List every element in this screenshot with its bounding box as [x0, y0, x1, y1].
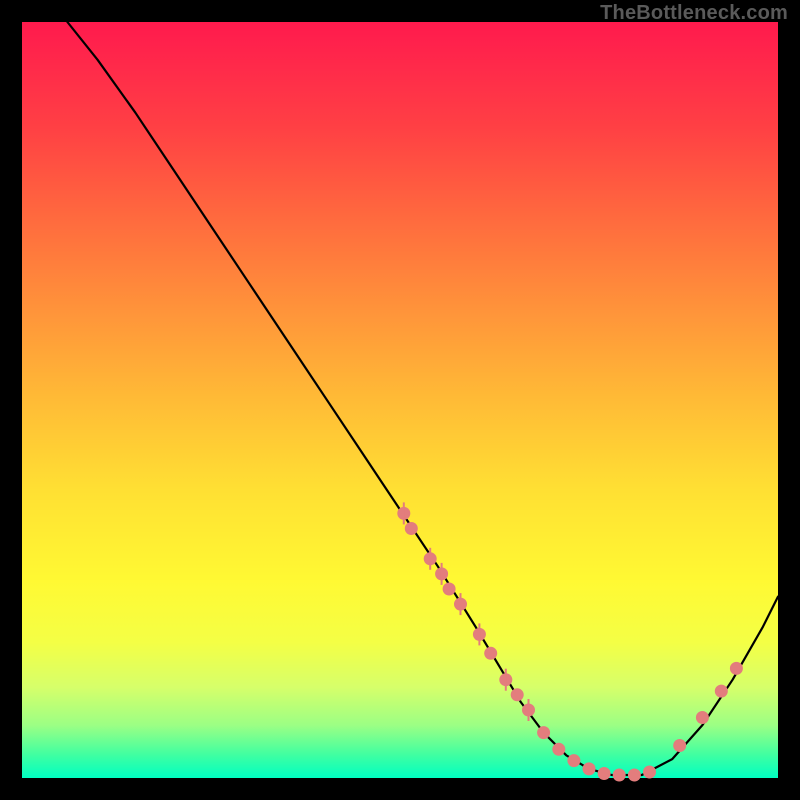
data-point-marker: [628, 769, 641, 782]
data-point-marker: [537, 726, 550, 739]
data-point-marker: [643, 766, 656, 779]
data-point-marker: [696, 711, 709, 724]
data-point-marker: [715, 685, 728, 698]
chart-plot-area: [22, 22, 778, 778]
data-point-marker: [598, 767, 611, 780]
data-point-marker: [443, 583, 456, 596]
marker-group: [397, 502, 743, 781]
data-point-marker: [613, 769, 626, 782]
data-point-marker: [405, 522, 418, 535]
data-point-marker: [484, 647, 497, 660]
data-point-marker: [552, 743, 565, 756]
data-point-marker: [511, 688, 524, 701]
data-point-marker: [673, 739, 686, 752]
watermark-text: TheBottleneck.com: [600, 2, 788, 25]
bottleneck-curve: [67, 22, 778, 775]
data-point-marker: [730, 662, 743, 675]
data-point-marker: [567, 754, 580, 767]
data-point-marker: [583, 762, 596, 775]
chart-svg: [22, 22, 778, 778]
